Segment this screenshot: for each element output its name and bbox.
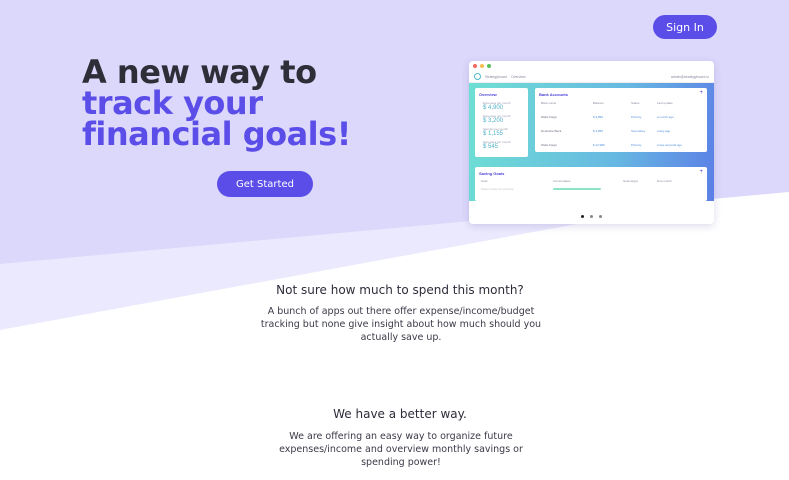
overview-card: Overview Expenses per month $ 4,900 Expe… (475, 88, 528, 157)
bank-accounts-title: Bank Accounts (539, 92, 568, 97)
table-cell: Primary (631, 143, 642, 147)
table-cell: Wells Fargo (541, 143, 557, 147)
add-account-icon: + (699, 90, 703, 96)
get-started-button[interactable]: Get Started (217, 171, 313, 197)
section-1-text: A bunch of apps out there offer expense/… (260, 306, 542, 343)
close-dot-icon (473, 64, 477, 68)
table-cell (623, 187, 657, 191)
table-header: Last update (657, 101, 673, 105)
table-cell (657, 187, 697, 191)
hero-headline: A new way to track your financial goals! (82, 56, 422, 153)
section-1-title: Not sure how much to spend this month? (276, 283, 524, 297)
table-cell: a day ago (657, 129, 671, 133)
sign-in-button[interactable]: Sign In (653, 15, 717, 39)
table-header: Due month (657, 179, 672, 183)
preview-nav-item: Strategyboard (485, 74, 507, 79)
bank-table: Bank name Balance Status Last update Wel… (541, 101, 701, 147)
table-cell: Deutsche Bank (541, 129, 562, 133)
preview-user: admin@strategyboard.io (670, 74, 709, 79)
app-logo-icon (474, 73, 481, 80)
table-cell: a month ago (657, 115, 674, 119)
overview-value: $ 545 (483, 144, 499, 150)
table-header: Goal target (623, 179, 638, 183)
table-cell: $ 12,980 (593, 143, 605, 147)
table-header: Bank name (541, 101, 557, 105)
table-header: Balance (593, 101, 604, 105)
preview-dashboard: Overview Expenses per month $ 4,900 Expe… (469, 83, 714, 201)
table-cell: Secondary (631, 129, 646, 133)
overview-value: $ 3,200 (483, 118, 504, 124)
app-preview-screenshot: Strategyboard Overview admin@strategyboa… (469, 61, 714, 224)
overview-title: Overview (479, 92, 497, 97)
window-controls (469, 61, 714, 71)
section-2-text: We are offering an easy way to organize … (279, 431, 523, 468)
progress-bar (553, 188, 601, 190)
carousel-dot-icon[interactable] (599, 215, 602, 218)
overview-value: $ 4,900 (483, 105, 504, 111)
saving-table: Goal Accumulated Goal target Due month S… (481, 179, 701, 191)
maximize-dot-icon (487, 64, 491, 68)
minimize-dot-icon (480, 64, 484, 68)
preview-nav-item: Overview (511, 74, 526, 79)
table-cell: $ 4,850 (593, 129, 604, 133)
overview-value: $ 1,155 (483, 131, 504, 137)
table-cell: Wells Fargo (541, 115, 557, 119)
table-cell: a few seconds ago (657, 143, 683, 147)
bank-accounts-card: Bank Accounts + Bank name Balance Status… (535, 88, 707, 152)
saving-goals-card: Saving Goals + Goal Accumulated Goal tar… (475, 167, 707, 201)
table-header: Accumulated (553, 179, 571, 183)
saving-goals-title: Saving Goals (479, 171, 505, 176)
table-header: Goal (481, 179, 488, 183)
table-header: Status (631, 101, 640, 105)
carousel-dot-icon[interactable] (590, 215, 593, 218)
table-cell: Save money for a house (481, 187, 514, 191)
carousel-dots[interactable] (469, 215, 714, 218)
table-cell: Primary (631, 115, 642, 119)
headline-line-2: track your financial goals! (82, 84, 351, 153)
section-2-title: We have a better way. (333, 407, 467, 421)
add-goal-icon: + (699, 169, 703, 175)
preview-nav: Strategyboard Overview admin@strategyboa… (469, 71, 714, 83)
table-cell: $ 4,850 (593, 115, 604, 119)
carousel-dot-icon[interactable] (581, 215, 584, 218)
